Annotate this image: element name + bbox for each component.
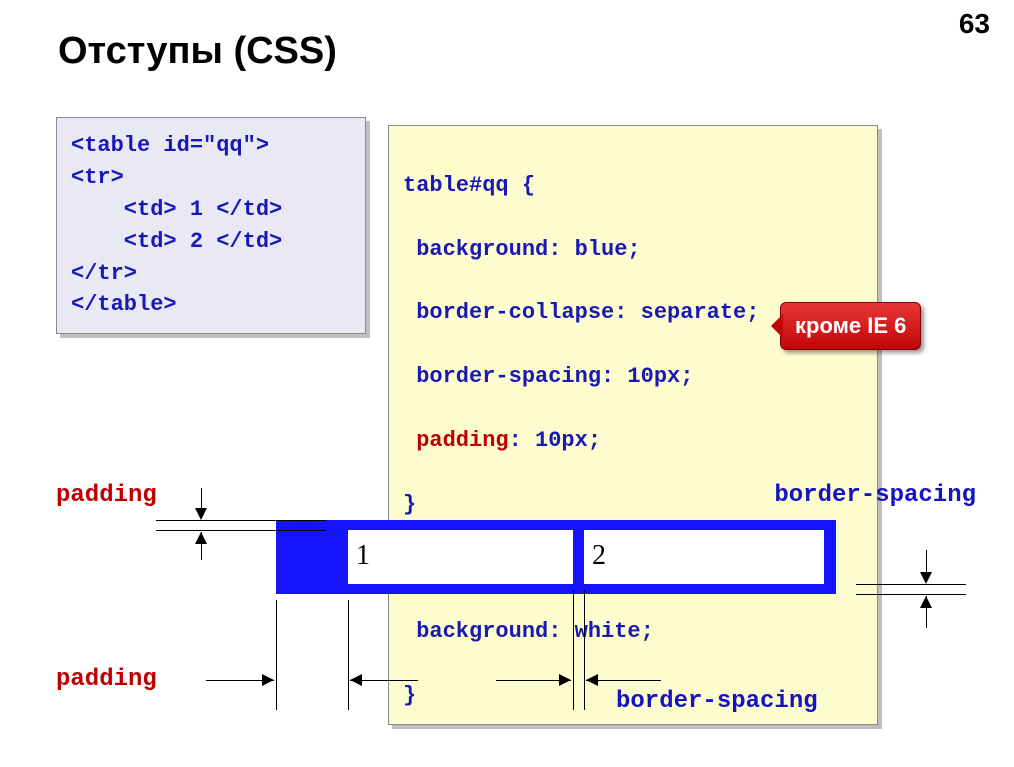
table-cell-2: 2 [584, 530, 824, 584]
label-padding-top: padding [56, 482, 157, 509]
measure-line [156, 520, 326, 521]
arrow-down-icon [920, 572, 932, 584]
measure-line [276, 600, 277, 710]
measure-line [348, 600, 349, 710]
arrow-right-icon [559, 674, 571, 686]
label-border-spacing-bottom: border-spacing [616, 688, 818, 715]
label-border-spacing-top: border-spacing [774, 482, 976, 509]
css-line: padding: 10px; [403, 428, 601, 453]
measure-line [156, 530, 326, 531]
padding-diagram: padding border-spacing 1 2 padding borde… [56, 480, 976, 740]
arrow-up-icon [195, 532, 207, 544]
measure-line [573, 590, 574, 710]
arrow-down-icon [195, 508, 207, 520]
arrow-left-icon [586, 674, 598, 686]
css-line: border-collapse: separate; [403, 300, 759, 325]
arrow-left-icon [350, 674, 362, 686]
table-border-box: 1 2 [276, 520, 836, 594]
css-line: background: blue; [403, 237, 641, 262]
css-line: table#qq { [403, 173, 535, 198]
arrow-right-icon [262, 674, 274, 686]
page-number: 63 [959, 8, 990, 40]
slide-title: Отступы (CSS) [58, 30, 337, 73]
html-code-block: <table id="qq"> <tr> <td> 1 </td> <td> 2… [56, 117, 366, 334]
table-cell-1: 1 [348, 530, 573, 584]
label-padding-bottom: padding [56, 666, 157, 693]
measure-line [856, 594, 966, 595]
callout-note: кроме IE 6 [780, 302, 921, 350]
measure-line [584, 590, 585, 710]
css-line: border-spacing: 10px; [403, 364, 693, 389]
arrow-up-icon [920, 596, 932, 608]
highlighted-property: padding [416, 428, 508, 453]
measure-line [856, 584, 966, 585]
